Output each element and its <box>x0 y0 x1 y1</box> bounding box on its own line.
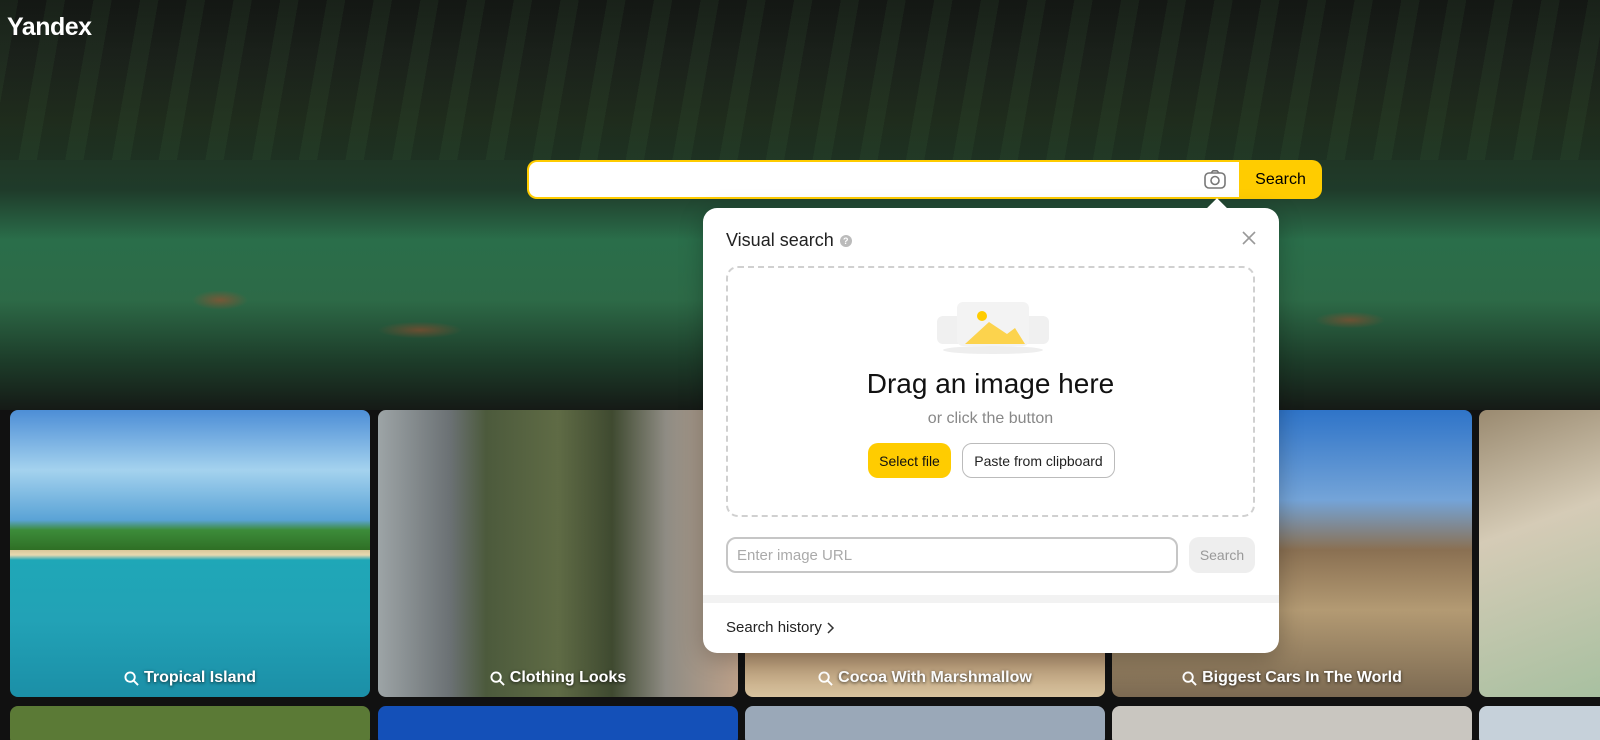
url-search-button[interactable]: Search <box>1189 537 1255 573</box>
tile-row2-1[interactable] <box>10 706 370 740</box>
camera-lens-icon[interactable] <box>1203 168 1227 192</box>
search-icon <box>818 670 833 686</box>
popup-divider <box>703 595 1279 603</box>
tile-partial[interactable] <box>1479 410 1600 697</box>
tile-caption: Tropical Island <box>10 669 370 687</box>
search-icon <box>1182 670 1197 686</box>
search-bar: Search <box>527 160 1322 199</box>
search-button[interactable]: Search <box>1239 160 1322 199</box>
tile-row2-3[interactable] <box>745 706 1105 740</box>
search-history-link[interactable]: Search history <box>726 619 835 636</box>
dropzone-subtitle: or click the button <box>927 410 1054 427</box>
popup-title: Visual search ? <box>726 230 852 251</box>
tile-row2-5[interactable] <box>1479 706 1600 740</box>
search-input[interactable] <box>527 160 1239 199</box>
close-icon[interactable] <box>1241 230 1257 246</box>
image-placeholder-icon <box>937 302 1049 354</box>
dropzone-title: Drag an image here <box>866 368 1115 399</box>
image-url-input[interactable] <box>726 537 1178 573</box>
paste-from-clipboard-button[interactable]: Paste from clipboard <box>962 443 1115 478</box>
image-dropzone[interactable]: Drag an image here or click the button S… <box>726 266 1255 517</box>
tile-clothing-looks[interactable]: Clothing Looks <box>378 410 738 697</box>
tile-caption: Cocoa With Marshmallow <box>745 669 1105 687</box>
tile-caption: Biggest Cars In The World <box>1112 669 1472 687</box>
tile-label: Tropical Island <box>143 669 257 686</box>
tile-label: Clothing Looks <box>509 669 627 686</box>
search-history-label: Search history <box>726 619 822 636</box>
yandex-logo[interactable]: Yandex <box>7 13 92 42</box>
search-icon <box>124 670 139 686</box>
search-icon <box>490 670 505 686</box>
tile-label: Cocoa With Marshmallow <box>838 669 1032 686</box>
tile-tropical-island[interactable]: Tropical Island <box>10 410 370 697</box>
select-file-button[interactable]: Select file <box>868 443 951 478</box>
help-icon[interactable]: ? <box>839 234 852 247</box>
tile-row2-4[interactable] <box>1112 706 1472 740</box>
chevron-right-icon <box>827 621 834 634</box>
tile-row2-2[interactable] <box>378 706 738 740</box>
popup-title-text: Visual search <box>726 230 834 250</box>
tile-label: Biggest Cars In The World <box>1202 669 1402 686</box>
visual-search-popup: Visual search ? Drag an image here or cl… <box>703 198 1279 653</box>
tile-caption: Clothing Looks <box>378 669 738 687</box>
